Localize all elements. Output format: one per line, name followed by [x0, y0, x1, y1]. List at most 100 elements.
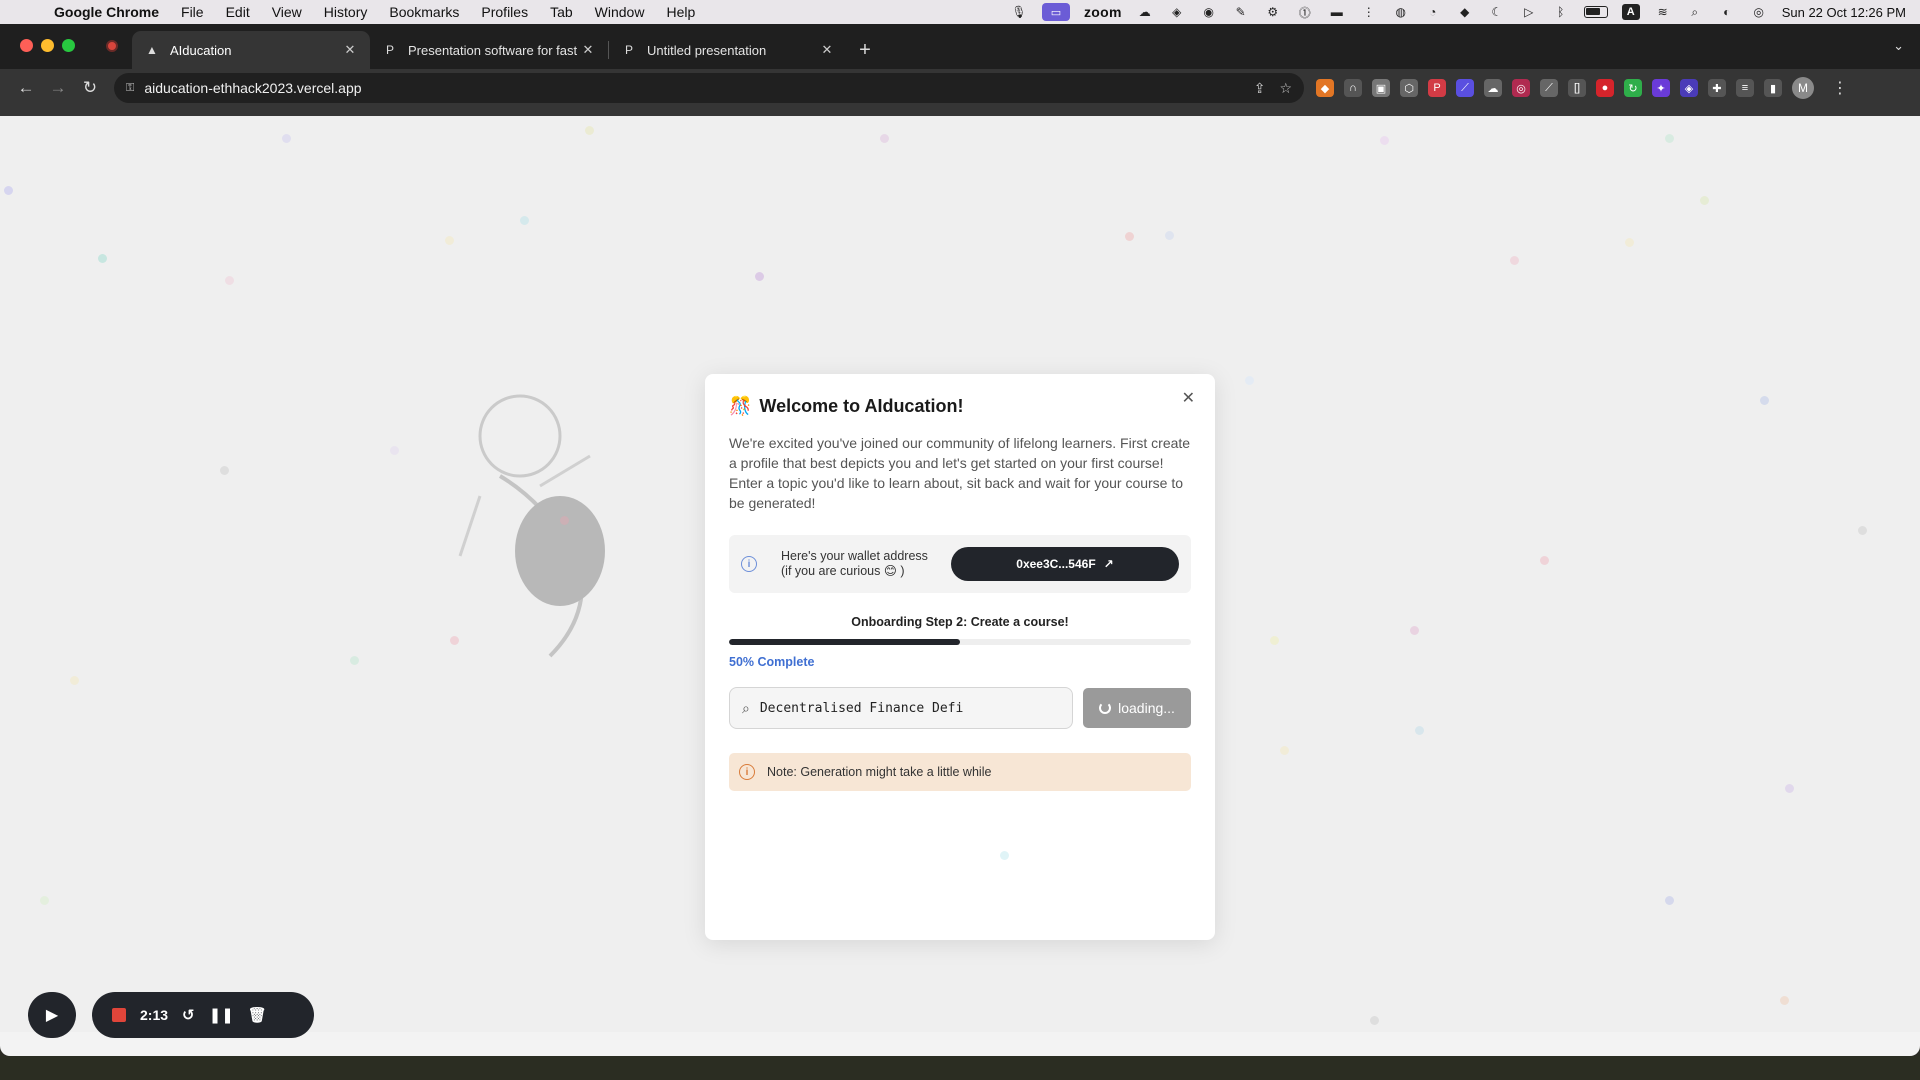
- pocket-extension-icon[interactable]: P: [1428, 79, 1446, 97]
- control-center-icon[interactable]: ◐: [1718, 5, 1736, 19]
- more-vertical-icon[interactable]: ⋮: [1360, 5, 1378, 19]
- more-vertical-icon[interactable]: ⋮: [1832, 78, 1848, 98]
- tab-title: Presentation software for fast: [408, 42, 578, 58]
- puzzle-extensions-icon[interactable]: ✚: [1708, 79, 1726, 97]
- cloud-extension-icon[interactable]: ☁: [1484, 79, 1502, 97]
- generate-loading-button[interactable]: loading...: [1083, 688, 1191, 728]
- arc-extension-icon[interactable]: ∩: [1344, 79, 1362, 97]
- stop-recording-button[interactable]: [112, 1008, 126, 1022]
- box-extension-icon[interactable]: ▣: [1372, 79, 1390, 97]
- confetti-dot: [1125, 232, 1134, 241]
- menu-window[interactable]: Window: [584, 4, 656, 20]
- password-manager-icon[interactable]: ⓵: [1296, 5, 1314, 20]
- confetti-dot: [390, 446, 399, 455]
- confetti-dot: [1665, 134, 1674, 143]
- info-icon: i: [741, 556, 757, 572]
- menu-profiles[interactable]: Profiles: [470, 4, 539, 20]
- confetti-dot: [880, 134, 889, 143]
- datetime[interactable]: Sun 22 Oct 12:26 PM: [1782, 5, 1906, 20]
- address-bar[interactable]: ⚿ aiducation-ethhack2023.vercel.app ⇪ ☆: [114, 73, 1304, 103]
- menu-help[interactable]: Help: [655, 4, 706, 20]
- ticket-extension-icon[interactable]: ⟋: [1540, 79, 1558, 97]
- zoom-tray-label[interactable]: zoom: [1084, 4, 1122, 20]
- pitch-logo-icon: P: [385, 43, 394, 57]
- refresh-extension-icon[interactable]: ↻: [1624, 79, 1642, 97]
- reading-list-icon[interactable]: ≡: [1736, 79, 1754, 97]
- pause-icon[interactable]: ❚❚: [209, 1006, 234, 1024]
- keyboard-icon[interactable]: ▬: [1328, 5, 1346, 19]
- spotlight-search-icon[interactable]: ⌕: [1686, 5, 1704, 19]
- profile-avatar[interactable]: M: [1792, 77, 1814, 99]
- share-icon[interactable]: ⇪: [1254, 80, 1266, 97]
- close-tab-icon[interactable]: ✕: [819, 42, 835, 58]
- minimize-window-button[interactable]: [41, 39, 54, 52]
- elephant-icon[interactable]: ◆: [1456, 5, 1474, 19]
- menu-file[interactable]: File: [170, 4, 215, 20]
- cloud-icon[interactable]: ☁: [1136, 5, 1154, 19]
- camera-toggle-button[interactable]: ▶: [28, 992, 76, 1038]
- dropbox-icon[interactable]: ◈: [1168, 5, 1186, 19]
- close-tab-icon[interactable]: ✕: [580, 42, 596, 58]
- new-tab-button[interactable]: +: [847, 31, 883, 69]
- trash-icon[interactable]: 🗑: [248, 1006, 267, 1024]
- forward-arrow-icon[interactable]: →: [42, 78, 74, 98]
- tab-untitled-presentation[interactable]: P Untitled presentation ✕: [609, 31, 847, 69]
- wallet-text-line-1: Here's your wallet address: [781, 549, 928, 563]
- fullscreen-window-button[interactable]: [62, 39, 75, 52]
- feather-icon[interactable]: ✎: [1232, 5, 1250, 19]
- confetti-dot: [1415, 726, 1424, 735]
- close-tab-icon[interactable]: ✕: [342, 42, 358, 58]
- menu-app-name[interactable]: Google Chrome: [54, 4, 170, 20]
- site-info-icon[interactable]: ⚿: [126, 82, 134, 95]
- close-icon[interactable]: ✕: [1182, 388, 1195, 408]
- battery-icon[interactable]: [1583, 6, 1608, 18]
- url-text[interactable]: aiducation-ethhack2023.vercel.app: [144, 80, 1239, 96]
- badge-extension-icon[interactable]: ✦: [1652, 79, 1670, 97]
- wallet-address-button[interactable]: 0xee3C...546F ↗: [951, 547, 1179, 581]
- side-panel-icon[interactable]: ▮: [1764, 79, 1782, 97]
- confetti-dot: [1370, 1016, 1379, 1025]
- tab-title: AIducation: [170, 42, 232, 58]
- siri-icon[interactable]: ◎: [1750, 5, 1768, 19]
- screen-share-icon[interactable]: ▭: [1041, 3, 1070, 21]
- notification-extension-icon[interactable]: ◈: [1680, 79, 1698, 97]
- record-extension-icon[interactable]: ●: [1596, 79, 1614, 97]
- settings-gear-icon[interactable]: ⚙: [1264, 5, 1282, 19]
- party-popper-icon: 🎊: [729, 396, 752, 416]
- restart-icon[interactable]: ↺: [182, 1006, 195, 1024]
- microphone-icon[interactable]: 🎙: [1010, 5, 1028, 19]
- confetti-dot: [1625, 238, 1634, 247]
- back-arrow-icon[interactable]: ←: [10, 78, 42, 98]
- cube-extension-icon[interactable]: ⬡: [1400, 79, 1418, 97]
- metamask-extension-icon[interactable]: ◆: [1316, 79, 1334, 97]
- menu-view[interactable]: View: [261, 4, 313, 20]
- confetti-dot: [1245, 376, 1254, 385]
- chevron-down-icon[interactable]: ⌄: [1893, 38, 1904, 54]
- bluetooth-icon[interactable]: ᛒ: [1552, 5, 1570, 19]
- confetti-dot: [1165, 231, 1174, 240]
- target-extension-icon[interactable]: ◎: [1512, 79, 1530, 97]
- progress-label: 50% Complete: [729, 655, 815, 669]
- tab-aiducation[interactable]: ▲ AIducation ✕: [132, 31, 370, 69]
- topic-search-box[interactable]: ⌕: [729, 687, 1074, 729]
- bracket-extension-icon[interactable]: []: [1568, 79, 1586, 97]
- topic-input[interactable]: [759, 700, 1040, 716]
- wifi-icon[interactable]: ≋: [1654, 5, 1672, 19]
- bookmark-star-icon[interactable]: ☆: [1279, 80, 1292, 97]
- clock-icon[interactable]: ◔: [1424, 5, 1442, 19]
- grammarly-icon[interactable]: ◉: [1200, 5, 1218, 19]
- play-icon[interactable]: ▷: [1520, 5, 1538, 19]
- menu-tab[interactable]: Tab: [539, 4, 584, 20]
- confetti-dot: [1700, 196, 1709, 205]
- linear-extension-icon[interactable]: ⟋: [1456, 79, 1474, 97]
- close-window-button[interactable]: [20, 39, 33, 52]
- menu-edit[interactable]: Edit: [215, 4, 261, 20]
- macos-menu-bar: Google Chrome File Edit View History Boo…: [0, 0, 1920, 24]
- vpn-icon[interactable]: ◍: [1392, 5, 1410, 19]
- menu-history[interactable]: History: [313, 4, 379, 20]
- moon-icon[interactable]: ☾: [1488, 5, 1506, 19]
- menu-bookmarks[interactable]: Bookmarks: [378, 4, 470, 20]
- input-source-icon[interactable]: A: [1621, 4, 1640, 20]
- reload-icon[interactable]: ↻: [74, 78, 106, 98]
- tab-presentation-software[interactable]: P Presentation software for fast ✕: [370, 31, 608, 69]
